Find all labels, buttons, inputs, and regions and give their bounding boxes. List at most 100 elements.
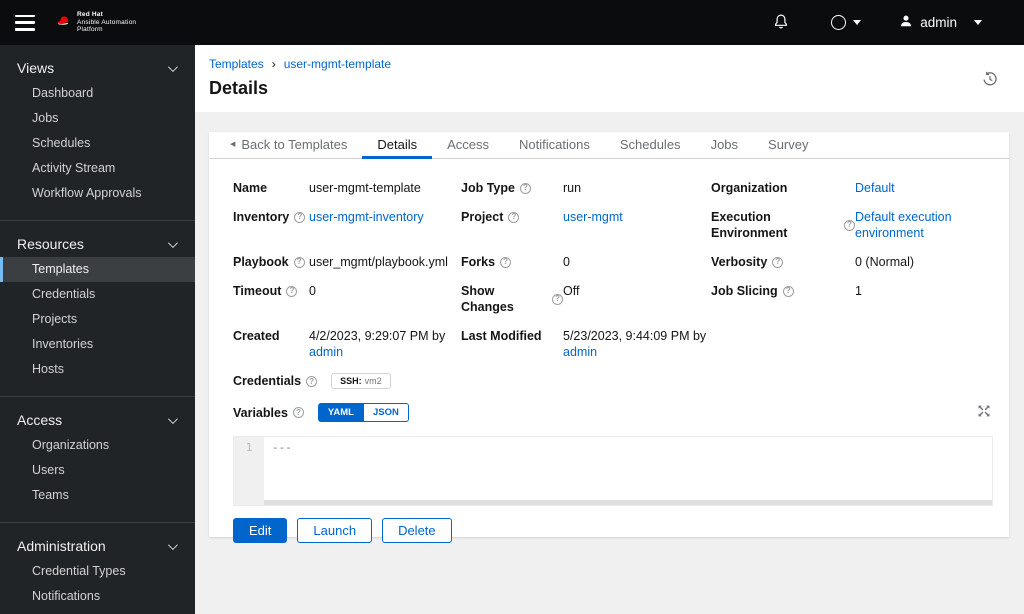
editor-content[interactable]: --- xyxy=(264,437,992,505)
user-icon xyxy=(899,14,913,31)
user-menu-button[interactable]: admin xyxy=(887,8,994,37)
tab-back-to-templates[interactable]: ◀ Back to Templates xyxy=(215,132,362,159)
help-icon[interactable] xyxy=(292,407,304,418)
sidebar-section-resources: Resources Templates Credentials Projects… xyxy=(0,220,195,396)
help-icon[interactable] xyxy=(552,293,563,305)
history-icon xyxy=(982,71,998,90)
sidebar-item-projects[interactable]: Projects xyxy=(0,307,195,332)
sidebar-nav: Views Dashboard Jobs Schedules Activity … xyxy=(0,45,195,614)
activity-history-button[interactable] xyxy=(982,71,998,90)
expand-arrows-icon xyxy=(977,405,991,421)
sidebar-item-teams[interactable]: Teams xyxy=(0,483,195,508)
field-job-type: Job Type run xyxy=(461,180,711,196)
expand-editor-button[interactable] xyxy=(975,402,993,423)
sidebar-item-dashboard[interactable]: Dashboard xyxy=(0,81,195,106)
field-variables: Variables YAML JSON xyxy=(233,402,993,423)
help-icon[interactable] xyxy=(782,285,794,297)
organization-link[interactable]: Default xyxy=(855,180,895,196)
sidebar-section-header-views[interactable]: Views xyxy=(0,55,195,81)
editor-line-number: 1 xyxy=(234,437,264,505)
field-job-slicing: Job Slicing 1 xyxy=(711,283,993,315)
breadcrumb-template-link[interactable]: user-mgmt-template xyxy=(284,57,391,71)
brand-text: Red Hat Ansible Automation Platform xyxy=(77,11,137,34)
tab-schedules[interactable]: Schedules xyxy=(605,132,696,159)
credential-chip[interactable]: SSH: vm2 xyxy=(331,373,391,389)
redhat-hat-icon xyxy=(55,14,72,32)
delete-button[interactable]: Delete xyxy=(382,518,452,543)
field-inventory: Inventory user-mgmt-inventory xyxy=(233,209,461,241)
sidebar-section-administration: Administration Credential Types Notifica… xyxy=(0,522,195,614)
field-playbook: Playbook user_mgmt/playbook.yml xyxy=(233,254,461,270)
help-icon[interactable] xyxy=(519,182,531,194)
sidebar-section-header-resources[interactable]: Resources xyxy=(0,231,195,257)
help-dropdown-button[interactable] xyxy=(819,9,873,36)
sidebar-item-management-jobs[interactable]: Management Jobs xyxy=(0,609,195,614)
field-verbosity: Verbosity 0 (Normal) xyxy=(711,254,993,270)
breadcrumb-separator: › xyxy=(271,57,276,71)
sidebar-item-workflow-approvals[interactable]: Workflow Approvals xyxy=(0,181,195,206)
launch-button[interactable]: Launch xyxy=(297,518,373,543)
json-toggle-button[interactable]: JSON xyxy=(363,403,409,422)
help-icon[interactable] xyxy=(294,211,306,223)
action-buttons: Edit Launch Delete xyxy=(233,518,993,543)
sidebar-item-notifications[interactable]: Notifications xyxy=(0,584,195,609)
question-circle-icon xyxy=(831,15,847,30)
inventory-link[interactable]: user-mgmt-inventory xyxy=(309,209,424,225)
sidebar-section-header-administration[interactable]: Administration xyxy=(0,533,195,559)
modified-by-user-link[interactable]: admin xyxy=(563,345,597,359)
sidebar-item-credentials[interactable]: Credentials xyxy=(0,282,195,307)
variables-editor[interactable]: 1 --- xyxy=(233,436,993,506)
help-icon[interactable] xyxy=(306,375,318,387)
field-show-changes: Show Changes Off xyxy=(461,283,711,315)
tab-jobs[interactable]: Jobs xyxy=(696,132,753,159)
sidebar-item-templates[interactable]: Templates xyxy=(0,257,195,282)
help-icon[interactable] xyxy=(772,256,784,268)
sidebar-item-inventories[interactable]: Inventories xyxy=(0,332,195,357)
sidebar-item-hosts[interactable]: Hosts xyxy=(0,357,195,382)
sidebar-item-organizations[interactable]: Organizations xyxy=(0,433,195,458)
notifications-bell-button[interactable] xyxy=(761,7,801,39)
help-icon[interactable] xyxy=(500,256,512,268)
field-timeout: Timeout 0 xyxy=(233,283,461,315)
field-organization: Organization Default xyxy=(711,180,895,196)
chevron-down-icon xyxy=(167,237,178,248)
field-project: Project user-mgmt xyxy=(461,209,711,241)
field-credentials: Credentials SSH: vm2 xyxy=(233,373,993,389)
tab-notifications[interactable]: Notifications xyxy=(504,132,605,159)
sidebar-section-access: Access Organizations Users Teams xyxy=(0,396,195,522)
sidebar-item-users[interactable]: Users xyxy=(0,458,195,483)
breadcrumb-templates-link[interactable]: Templates xyxy=(209,57,264,71)
details-panel: Name user-mgmt-template Job Type run Org… xyxy=(209,159,1009,557)
brand-logo: Red Hat Ansible Automation Platform xyxy=(55,11,136,34)
sidebar-section-header-access[interactable]: Access xyxy=(0,407,195,433)
help-icon[interactable] xyxy=(286,285,298,297)
sidebar-item-credential-types[interactable]: Credential Types xyxy=(0,559,195,584)
field-last-modified: Last Modified 5/23/2023, 9:44:09 PM by a… xyxy=(461,329,707,359)
tab-details[interactable]: Details xyxy=(362,132,433,159)
sidebar-item-schedules[interactable]: Schedules xyxy=(0,131,195,156)
page-header: Templates › user-mgmt-template Details xyxy=(195,45,1024,112)
execution-environment-link[interactable]: Default execution environment xyxy=(855,209,985,241)
content-area: ◀ Back to Templates Details Access Notif… xyxy=(195,112,1024,614)
breadcrumb: Templates › user-mgmt-template xyxy=(209,57,1008,71)
tab-survey[interactable]: Survey xyxy=(753,132,823,159)
field-created: Created 4/2/2023, 9:29:07 PM by admin xyxy=(233,329,446,359)
tab-access[interactable]: Access xyxy=(432,132,504,159)
sidebar-item-jobs[interactable]: Jobs xyxy=(0,106,195,131)
chevron-down-icon xyxy=(974,20,982,25)
help-icon[interactable] xyxy=(293,256,305,268)
chevron-down-icon xyxy=(167,413,178,424)
editor-horizontal-scrollbar[interactable] xyxy=(264,500,992,505)
edit-button[interactable]: Edit xyxy=(233,518,288,543)
bell-icon xyxy=(773,13,789,33)
yaml-toggle-button[interactable]: YAML xyxy=(317,403,364,422)
variables-format-toggle: YAML JSON xyxy=(317,403,409,422)
created-by-user-link[interactable]: admin xyxy=(309,345,343,359)
page-title: Details xyxy=(209,78,269,98)
sidebar-section-views: Views Dashboard Jobs Schedules Activity … xyxy=(0,45,195,220)
nav-toggle-button[interactable] xyxy=(15,14,35,31)
project-link[interactable]: user-mgmt xyxy=(563,209,623,225)
help-icon[interactable] xyxy=(844,219,855,231)
help-icon[interactable] xyxy=(508,211,520,223)
sidebar-item-activity-stream[interactable]: Activity Stream xyxy=(0,156,195,181)
